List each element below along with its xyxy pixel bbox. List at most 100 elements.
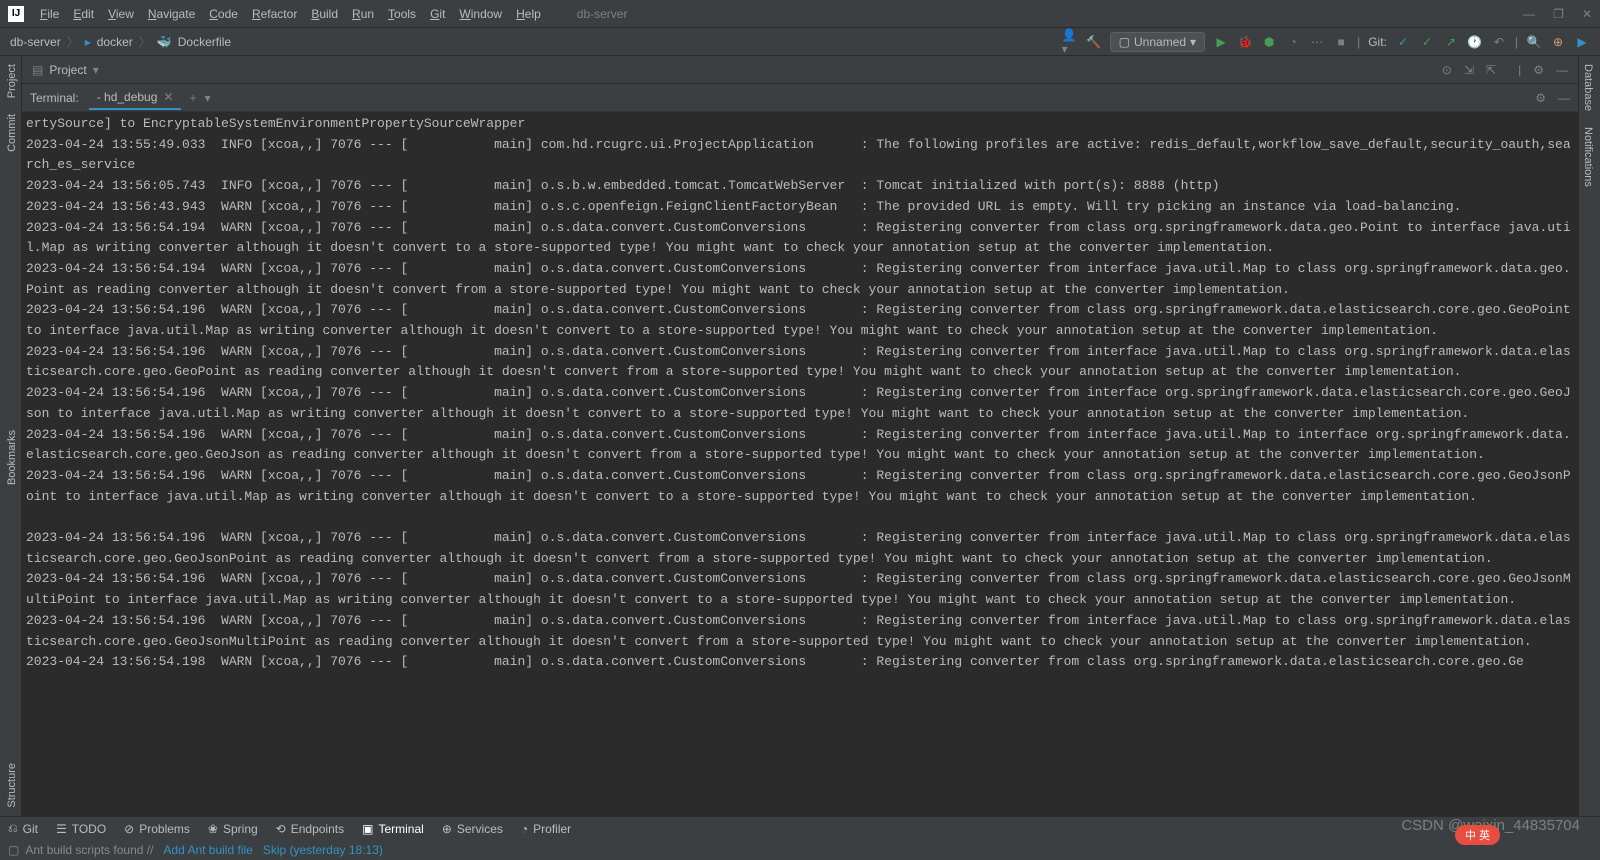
ide-settings-icon[interactable]: ⊕	[1550, 34, 1566, 50]
project-view-icon: ▤	[32, 63, 43, 77]
terminal-tab-bar: Terminal: - hd_debug ✕ + ▾ ⚙ —	[22, 84, 1578, 112]
collapse-all-icon[interactable]: ⇱	[1486, 63, 1496, 77]
search-icon[interactable]: 🔍	[1526, 34, 1542, 50]
menu-run[interactable]: Run	[346, 4, 380, 24]
right-tool-stripe: DatabaseNotifications	[1578, 56, 1600, 816]
debug-icon[interactable]: 🐞	[1237, 34, 1253, 50]
stop-icon[interactable]: ■	[1333, 34, 1349, 50]
project-panel-label[interactable]: Project	[49, 63, 86, 77]
menu-navigate[interactable]: Navigate	[142, 4, 201, 24]
git-rollback-icon[interactable]: ↶	[1491, 34, 1507, 50]
bottom-tab-git[interactable]: ⎌Git	[8, 821, 38, 836]
build-icon[interactable]: 🔨	[1086, 34, 1102, 50]
terminal-tab-label: - hd_debug	[97, 90, 158, 104]
git-label: Git:	[1368, 35, 1387, 49]
user-icon[interactable]: 👤▾	[1062, 34, 1078, 50]
select-opened-icon[interactable]: ⊙	[1442, 63, 1452, 77]
folder-icon: ▸	[85, 35, 91, 49]
menu-help[interactable]: Help	[510, 4, 547, 24]
bottom-tab-terminal[interactable]: ▣Terminal	[362, 822, 424, 836]
toolbar-right: 👤▾ 🔨 ▢ Unnamed ▾ ▶ 🐞 ⬢ ◔ ⋯ ■ | Git: ✓ ✓ …	[1062, 32, 1590, 52]
breadcrumb-file[interactable]: Dockerfile	[178, 35, 231, 49]
terminal-icon: ▣	[362, 822, 373, 836]
bottom-tab-problems[interactable]: ⊘Problems	[124, 822, 190, 836]
menu-code[interactable]: Code	[203, 4, 244, 24]
left-tab-project[interactable]: Project	[0, 56, 21, 106]
menu-bar: FileEditViewNavigateCodeRefactorBuildRun…	[34, 4, 547, 24]
right-tab-notifications[interactable]: Notifications	[1579, 119, 1597, 195]
hide-icon[interactable]: —	[1556, 63, 1568, 77]
services-icon: ⊕	[442, 822, 452, 836]
concurrency-icon[interactable]: ⋯	[1309, 34, 1325, 50]
gear-icon[interactable]: ⚙	[1533, 63, 1544, 77]
status-link-skip[interactable]: Skip (yesterday 18:13)	[263, 843, 383, 857]
maximize-icon[interactable]: ❐	[1553, 7, 1564, 21]
status-bar: ▢ Ant build scripts found // Add Ant bui…	[0, 840, 1600, 860]
git-update-icon[interactable]: ✓	[1395, 34, 1411, 50]
close-icon[interactable]: ✕	[1582, 7, 1592, 21]
chevron-right-icon: 〉	[139, 33, 151, 50]
window-title: db-server	[577, 7, 628, 21]
status-message: Ant build scripts found //	[25, 843, 153, 857]
bottom-tab-profiler[interactable]: ◔Profiler	[521, 822, 571, 836]
add-tab-icon[interactable]: +	[189, 91, 196, 105]
left-tab-bookmarks[interactable]: Bookmarks	[0, 422, 21, 493]
git-icon: ⎌	[8, 821, 18, 836]
run-config-selector[interactable]: ▢ Unnamed ▾	[1110, 32, 1205, 52]
chevron-right-icon: 〉	[67, 33, 79, 50]
bottom-tab-endpoints[interactable]: ⟲Endpoints	[276, 822, 344, 836]
run-config-label: Unnamed	[1134, 35, 1186, 49]
breadcrumb-root[interactable]: db-server	[10, 35, 61, 49]
terminal-settings-icon[interactable]: ⚙	[1535, 91, 1546, 105]
tab-dropdown-icon[interactable]: ▾	[205, 91, 211, 105]
terminal-tab[interactable]: - hd_debug ✕	[89, 86, 182, 110]
status-icon: ▢	[8, 843, 19, 857]
profile-icon[interactable]: ◔	[1285, 34, 1301, 50]
terminal-output[interactable]: ertySource] to EncryptableSystemEnvironm…	[22, 112, 1578, 816]
terminal-hide-icon[interactable]: —	[1558, 91, 1570, 105]
git-commit-icon[interactable]: ✓	[1419, 34, 1435, 50]
navigation-bar: db-server 〉 ▸ docker 〉 🐳 Dockerfile 👤▾ 🔨…	[0, 28, 1600, 56]
learn-icon[interactable]: ▶	[1574, 34, 1590, 50]
left-tab-structure[interactable]: Structure	[0, 755, 21, 816]
menu-refactor[interactable]: Refactor	[246, 4, 303, 24]
left-tab-commit[interactable]: Commit	[0, 106, 21, 160]
file-icon: 🐳	[157, 35, 172, 49]
profiler-icon: ◔	[521, 822, 528, 836]
terminal-label: Terminal:	[30, 91, 79, 105]
run-icon[interactable]: ▶	[1213, 34, 1229, 50]
left-tool-stripe: ProjectCommit Bookmarks Structure	[0, 56, 22, 816]
bottom-tool-bar: ⎌Git ☰TODO ⊘Problems ❀Spring ⟲Endpoints ▣Term…	[0, 816, 1600, 840]
menu-edit[interactable]: Edit	[67, 4, 100, 24]
app-icon: IJ	[8, 6, 24, 22]
status-link-add[interactable]: Add Ant build file	[163, 843, 252, 857]
project-panel-header: ▤ Project ▾ ⊙ ⇲ ⇱ | ⚙ —	[22, 56, 1578, 84]
breadcrumb-folder[interactable]: docker	[97, 35, 133, 49]
bottom-tab-services[interactable]: ⊕Services	[442, 822, 503, 836]
window-controls: — ❐ ✕	[1523, 7, 1592, 21]
close-tab-icon[interactable]: ✕	[163, 90, 173, 104]
breadcrumb[interactable]: db-server 〉 ▸ docker 〉 🐳 Dockerfile	[10, 33, 231, 50]
todo-icon: ☰	[56, 822, 67, 836]
chevron-down-icon[interactable]: ▾	[93, 63, 99, 77]
menu-build[interactable]: Build	[305, 4, 344, 24]
bottom-tab-spring[interactable]: ❀Spring	[208, 822, 258, 836]
menu-git[interactable]: Git	[424, 4, 451, 24]
minimize-icon[interactable]: —	[1523, 7, 1535, 21]
ime-indicator[interactable]: 中 英	[1455, 825, 1500, 845]
expand-all-icon[interactable]: ⇲	[1464, 63, 1474, 77]
menu-file[interactable]: File	[34, 4, 65, 24]
title-bar: IJ FileEditViewNavigateCodeRefactorBuild…	[0, 0, 1600, 28]
coverage-icon[interactable]: ⬢	[1261, 34, 1277, 50]
git-push-icon[interactable]: ↗	[1443, 34, 1459, 50]
config-icon: ▢	[1119, 35, 1130, 49]
menu-view[interactable]: View	[102, 4, 140, 24]
chevron-down-icon: ▾	[1190, 35, 1196, 49]
right-tab-database[interactable]: Database	[1579, 56, 1597, 119]
bottom-tab-todo[interactable]: ☰TODO	[56, 822, 106, 836]
problems-icon: ⊘	[124, 822, 134, 836]
git-history-icon[interactable]: 🕐	[1467, 34, 1483, 50]
menu-window[interactable]: Window	[453, 4, 508, 24]
menu-tools[interactable]: Tools	[382, 4, 422, 24]
spring-icon: ❀	[208, 822, 218, 836]
